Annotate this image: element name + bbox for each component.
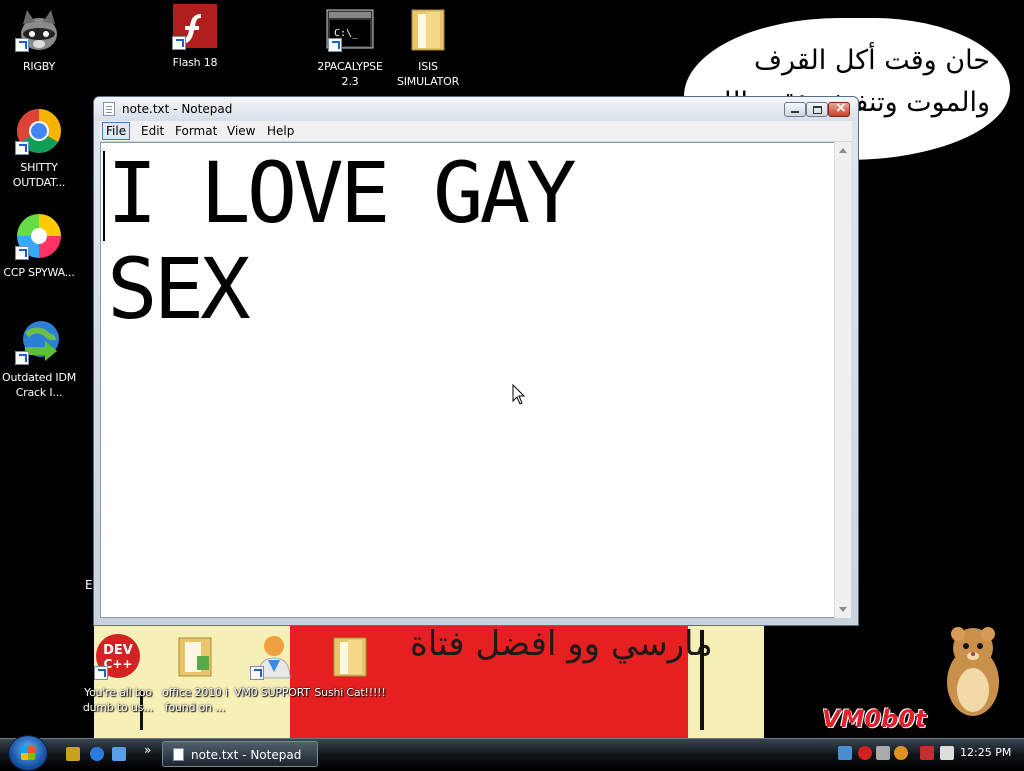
desktop-icon-label: ISIS SIMULATOR	[396, 60, 460, 88]
menu-edit[interactable]: Edit	[138, 124, 167, 138]
bubble-line-1: حان وقت أكل القرف	[753, 45, 990, 76]
wallpaper-line	[700, 630, 704, 730]
taskbar-button-notepad[interactable]: note.txt - Notepad	[162, 741, 318, 767]
shortcut-arrow-icon	[15, 38, 29, 52]
desktop-icon-label: Sushi Cat!!!!!	[314, 686, 386, 699]
window-title: note.txt - Notepad	[122, 102, 233, 116]
mouse-pointer-icon	[512, 384, 526, 405]
scroll-down-arrow-icon[interactable]	[839, 607, 847, 612]
folder-icon	[178, 637, 212, 677]
desktop-icon-rigby[interactable]: RIGBY	[0, 6, 78, 74]
scroll-up-arrow-icon[interactable]	[839, 148, 847, 153]
tray-network-icon[interactable]	[838, 746, 852, 760]
desktop-icon-label: Flash 18	[172, 56, 218, 69]
menu-file[interactable]: File	[102, 122, 131, 140]
taskbar-button-label: note.txt - Notepad	[191, 748, 302, 762]
menu-bar: File Edit Format View Help	[100, 121, 852, 142]
desktop-icon-dev-cpp[interactable]: DEV C++ You're all too dumb to us...	[79, 632, 157, 715]
text-caret	[103, 151, 105, 241]
desktop-icon-label: Outdated IDM Crack I...	[1, 371, 77, 399]
taskbar-clock[interactable]: 12:25 PM	[960, 746, 1011, 759]
desktop-icon-flash[interactable]: Flash 18	[156, 2, 234, 70]
desktop-icon-label: office 2010 i found on ...	[162, 686, 228, 714]
desktop-icon-label: SHITTY OUTDAT...	[12, 161, 66, 189]
menu-view[interactable]: View	[224, 124, 258, 138]
stray-text: E	[85, 578, 93, 592]
shortcut-arrow-icon	[250, 666, 264, 680]
tray-security-icon[interactable]	[858, 746, 872, 760]
notepad-icon	[103, 102, 115, 116]
notepad-window[interactable]: note.txt - Notepad File Edit Format View…	[93, 96, 859, 626]
shortcut-arrow-icon	[15, 351, 29, 365]
shortcut-arrow-icon	[15, 141, 29, 155]
notepad-icon	[173, 748, 184, 761]
maximize-button[interactable]	[806, 102, 828, 117]
tray-app-icon[interactable]	[876, 746, 890, 760]
quick-launch-explorer-icon[interactable]	[66, 747, 80, 761]
desktop-icon-vm0-support[interactable]: VM0 SUPPORT	[233, 632, 311, 700]
desktop-icon-2pacalypse[interactable]: C:\_ 2PACALYPSE 2.3	[311, 6, 389, 89]
folder-icon	[411, 9, 445, 51]
text-editor[interactable]: I LOVE GAY SEX	[100, 142, 844, 618]
desktop-icon-label: You're all too dumb to us...	[82, 686, 154, 714]
vm-logo: VM0b0t	[822, 705, 927, 733]
desktop-icon-label: VM0 SUPPORT	[234, 686, 310, 699]
tray-connection-icon[interactable]	[920, 746, 934, 760]
desktop-icon-label: RIGBY	[22, 60, 56, 73]
tray-volume-icon[interactable]	[940, 746, 954, 760]
quick-launch-chevron-icon[interactable]: »	[144, 743, 151, 757]
close-button[interactable]	[828, 100, 850, 117]
desktop-icon-isis-simulator[interactable]: ISIS SIMULATOR	[389, 6, 467, 89]
editor-content[interactable]: I LOVE GAY SEX	[107, 145, 827, 337]
folder-icon	[333, 637, 367, 677]
minimize-button[interactable]	[784, 102, 806, 117]
vertical-scrollbar[interactable]	[834, 142, 851, 618]
quick-launch-ie-icon[interactable]	[90, 747, 104, 761]
red-banner-text: مارسي وو افضل فتاة	[410, 624, 713, 664]
menu-format[interactable]: Format	[172, 124, 220, 138]
desktop-icon-sushi-cat[interactable]: Sushi Cat!!!!!	[311, 632, 389, 700]
shortcut-arrow-icon	[328, 38, 342, 52]
menu-help[interactable]: Help	[264, 124, 297, 138]
tray-search-icon[interactable]	[894, 746, 908, 760]
shortcut-arrow-icon	[94, 666, 108, 680]
desktop-icon-label: 2PACALYPSE 2.3	[317, 60, 383, 88]
title-bar[interactable]: note.txt - Notepad	[94, 97, 858, 121]
svg-text:DEV: DEV	[103, 643, 133, 658]
desktop-icon-ccp-spyware[interactable]: CCP SPYWA...	[0, 212, 78, 280]
desktop-icon-chrome[interactable]: SHITTY OUTDAT...	[0, 107, 78, 190]
shortcut-arrow-icon	[15, 246, 29, 260]
shortcut-arrow-icon	[172, 36, 186, 50]
taskbar: » note.txt - Notepad 12:25 PM	[0, 735, 1024, 771]
quick-launch-desktop-icon[interactable]	[112, 747, 126, 761]
hamster-image	[947, 627, 999, 716]
desktop-icon-office-2010[interactable]: office 2010 i found on ...	[156, 632, 234, 715]
desktop-icon-label: CCP SPYWA...	[3, 266, 75, 279]
desktop-icon-idm[interactable]: Outdated IDM Crack I...	[0, 317, 78, 400]
start-button[interactable]	[8, 735, 48, 771]
